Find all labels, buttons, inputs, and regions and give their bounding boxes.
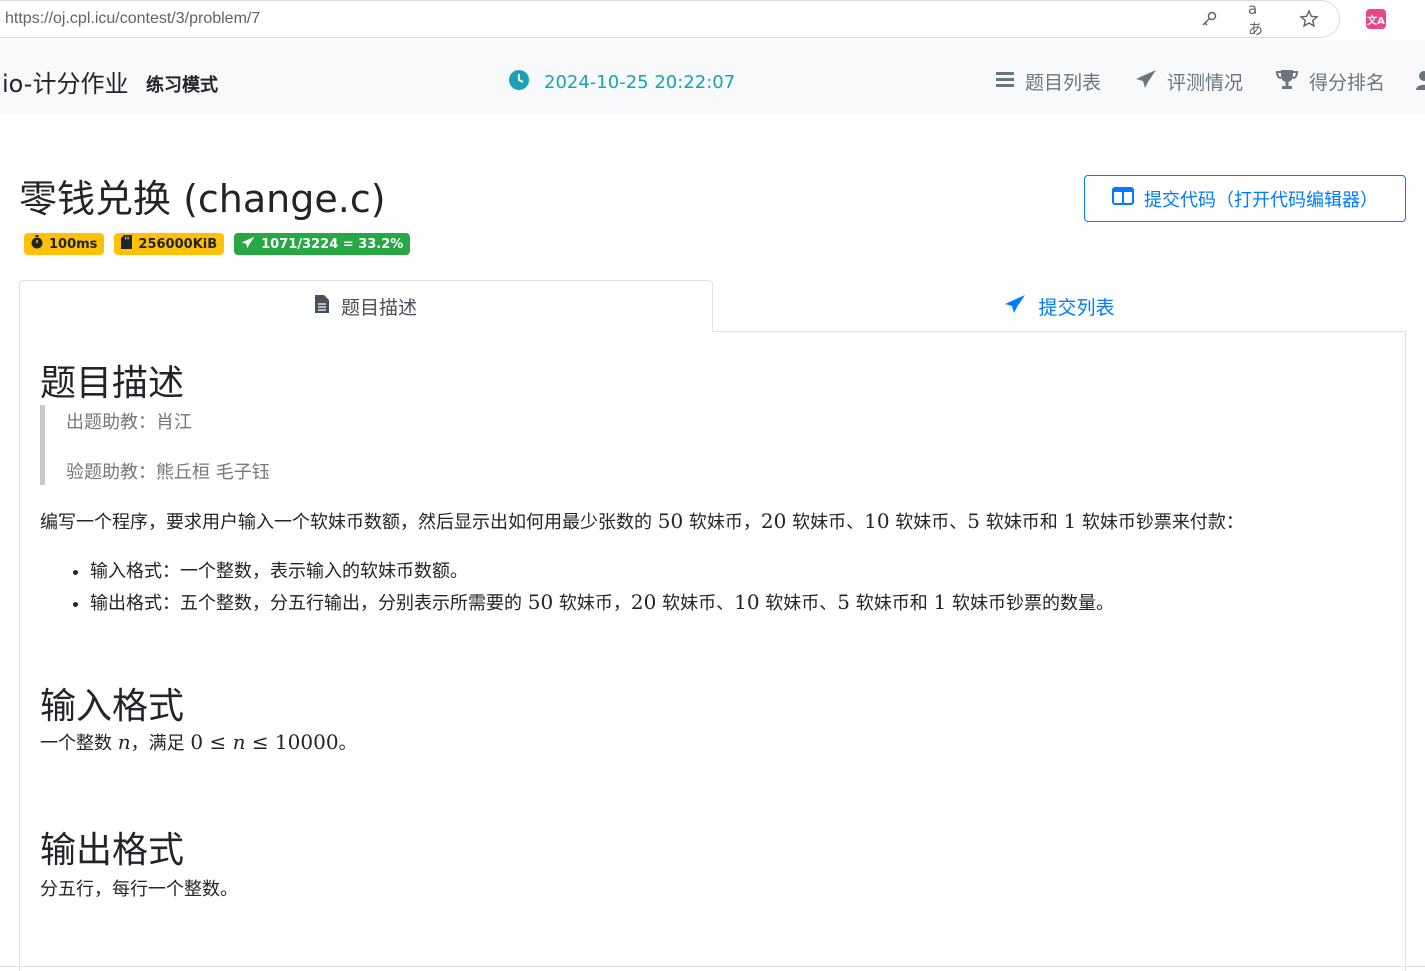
url-text[interactable]: https://oj.cpl.icu/contest/3/problem/7: [5, 10, 260, 28]
input-var-n: n: [117, 730, 131, 754]
intro-num-10: 10: [864, 509, 890, 533]
paper-plane-icon: [1135, 69, 1157, 94]
output-format-heading: 输出格式: [40, 830, 185, 871]
submit-code-label: 提交代码（打开代码编辑器）: [1144, 189, 1378, 211]
intro-paragraph: 编写一个程序，要求用户输入一个软妹币数额，然后显示出如何用最少张数的 50 软妹…: [40, 508, 1244, 534]
b2-num-1: 1: [933, 590, 947, 614]
paper-plane-icon: [241, 236, 255, 253]
mode-label: 练习模式: [146, 75, 218, 96]
star-icon[interactable]: [1298, 8, 1320, 30]
nav-ranking[interactable]: 得分排名: [1275, 68, 1385, 95]
problem-tabs: 题目描述 提交列表: [19, 280, 1406, 333]
navbar: io-计分作业 练习模式 2024-10-25 20:22:07 题目列表 评测…: [0, 40, 1425, 114]
contest-clock: 2024-10-25 20:22:07: [508, 69, 735, 96]
read-aloud-icon[interactable]: aあ: [1248, 0, 1270, 38]
file-icon: [314, 295, 329, 318]
intro-num-1: 1: [1063, 509, 1077, 533]
tab-description[interactable]: 题目描述: [19, 280, 713, 333]
b2-text-3: 软妹币、: [656, 593, 735, 614]
problem-badges: 100ms 256000KiB 1071/3224 = 33.2%: [24, 233, 411, 255]
input-high: 10000: [274, 730, 339, 754]
sd-card-icon: [121, 235, 133, 253]
key-icon[interactable]: [1198, 8, 1220, 30]
trophy-icon: [1275, 68, 1299, 95]
b2-text-2: 软妹币，: [553, 593, 631, 614]
input-var-n-2: n: [232, 730, 246, 754]
nav-submissions-label: 评测情况: [1167, 72, 1244, 94]
input-le-2: ≤: [245, 730, 275, 754]
intro-text-1: 编写一个程序，要求用户输入一个软妹币数额，然后显示出如何用最少张数的: [40, 512, 658, 533]
problem-title: 零钱兑换 (change.c): [19, 177, 386, 221]
translate-extension-icon[interactable]: 文A: [1366, 9, 1386, 29]
intro-num-5: 5: [967, 509, 981, 533]
nav-problem-list[interactable]: 题目列表: [995, 68, 1101, 95]
nav-submissions[interactable]: 评测情况: [1135, 68, 1243, 95]
time-limit-text: 100ms: [49, 236, 98, 252]
tab-submission-list-label: 提交列表: [1038, 296, 1115, 319]
b2-num-10: 10: [734, 590, 760, 614]
format-list: 输入格式：一个整数，表示输入的软妹币数额。 输出格式：五个整数，分五行输出，分别…: [60, 557, 1114, 617]
stopwatch-icon: [31, 235, 43, 253]
intro-text-3: 软妹币、: [786, 512, 865, 533]
credits-blockquote: 出题助教：肖江 验题助教：熊丘桓 毛子钰: [40, 405, 440, 485]
intro-text-6: 软妹币钞票来付款：: [1076, 512, 1244, 533]
intro-text-5: 软妹币和: [980, 512, 1064, 533]
list-item-output: 输出格式：五个整数，分五行输出，分别表示所需要的 50 软妹币，20 软妹币、1…: [90, 587, 1114, 617]
tab-description-label: 题目描述: [340, 297, 417, 319]
paper-plane-icon: [1004, 294, 1026, 319]
b2-num-20: 20: [630, 590, 657, 614]
intro-text-4: 软妹币、: [889, 512, 968, 533]
nav-ranking-label: 得分排名: [1309, 72, 1386, 94]
input-text-2: ，满足: [130, 733, 191, 754]
intro-num-20: 20: [760, 509, 787, 533]
intro-text-2: 软妹币，: [683, 512, 761, 533]
submit-code-button[interactable]: 提交代码（打开代码编辑器）: [1084, 175, 1406, 222]
description-heading: 题目描述: [40, 363, 185, 404]
setter-text: 出题助教：肖江: [66, 412, 192, 433]
b2-text-6: 软妹币钞票的数量。: [946, 593, 1114, 614]
b2-text-4: 软妹币、: [759, 593, 838, 614]
input-le-1: ≤: [203, 730, 233, 754]
output-format-text: 分五行，每行一个整数。: [40, 879, 238, 900]
b2-text-5: 软妹币和: [850, 593, 934, 614]
input-low: 0: [190, 730, 204, 754]
memory-limit-text: 256000KiB: [138, 236, 218, 252]
intro-num-50: 50: [657, 509, 684, 533]
acceptance-badge: 1071/3224 = 33.2%: [234, 233, 411, 255]
list-icon: [995, 70, 1015, 93]
input-format-text: 一个整数 n，满足 0 ≤ n ≤ 10000。: [40, 729, 357, 755]
clock-icon: [508, 69, 530, 96]
b2-text-1: 输出格式：五个整数，分五行输出，分别表示所需要的: [90, 593, 528, 614]
input-text-1: 一个整数: [40, 733, 118, 754]
b2-num-5: 5: [837, 590, 851, 614]
clock-text: 2024-10-25 20:22:07: [544, 72, 736, 93]
acceptance-text: 1071/3224 = 33.2%: [261, 236, 404, 252]
columns-icon: [1112, 187, 1134, 210]
input-text-3: 。: [338, 733, 357, 754]
nav-problem-list-label: 题目列表: [1025, 72, 1102, 94]
url-field[interactable]: https://oj.cpl.icu/contest/3/problem/7: [0, 0, 1340, 38]
user-icon[interactable]: [1416, 70, 1425, 94]
tab-submission-list[interactable]: 提交列表: [713, 280, 1406, 332]
b2-num-50: 50: [527, 590, 554, 614]
list-item-input: 输入格式：一个整数，表示输入的软妹币数额。: [90, 557, 1114, 587]
verifier-text: 验题助教：熊丘桓 毛子钰: [66, 462, 270, 483]
panel-divider: [0, 966, 1425, 971]
memory-limit-badge: 256000KiB: [114, 233, 225, 255]
brand-title[interactable]: io-计分作业: [2, 64, 128, 99]
browser-address-bar: https://oj.cpl.icu/contest/3/problem/7 a…: [0, 0, 1425, 40]
input-format-heading: 输入格式: [40, 686, 185, 727]
time-limit-badge: 100ms: [24, 233, 105, 255]
